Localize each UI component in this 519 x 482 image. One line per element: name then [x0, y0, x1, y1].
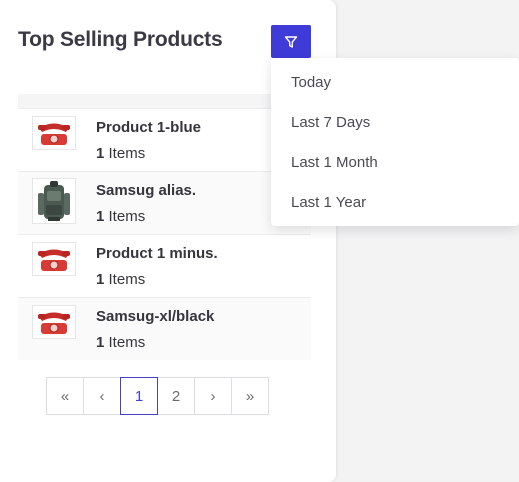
product-quantity: 1 Items	[96, 145, 146, 162]
table-row[interactable]: Product 1 minus. 1 Items	[18, 234, 311, 297]
filter-option-last-1-year[interactable]: Last 1 Year	[291, 194, 366, 211]
backpack-icon	[38, 181, 70, 221]
table-row[interactable]: Samsug-xl/black 1 Items	[18, 297, 311, 360]
product-name: Product 1 minus.	[96, 245, 218, 262]
filter-dropdown-menu: Today Last 7 Days Last 1 Month Last 1 Ye…	[271, 58, 519, 226]
page-2-button[interactable]: 2	[157, 377, 195, 415]
red-telephone-icon	[38, 123, 70, 145]
first-page-button[interactable]: «	[46, 377, 84, 415]
filter-option-last-1-month[interactable]: Last 1 Month	[291, 154, 378, 171]
filter-option-last-7-days[interactable]: Last 7 Days	[291, 114, 370, 131]
product-name: Samsug-xl/black	[96, 308, 215, 325]
next-page-button[interactable]: ›	[194, 377, 232, 415]
prev-page-button[interactable]: ‹	[83, 377, 121, 415]
product-quantity: 1 Items	[96, 334, 146, 351]
filter-option-today[interactable]: Today	[291, 74, 331, 91]
table-row[interactable]: Product 1-blue 1 Items	[18, 108, 311, 171]
product-thumbnail	[32, 305, 76, 339]
last-page-button[interactable]: »	[231, 377, 269, 415]
table-row[interactable]: Samsug alias. 1 Items	[18, 171, 311, 234]
red-telephone-icon	[38, 249, 70, 271]
product-quantity: 1 Items	[96, 271, 146, 288]
product-name: Samsug alias.	[96, 182, 197, 199]
product-name: Product 1-blue	[96, 119, 202, 136]
table-header	[18, 94, 311, 108]
filter-icon	[284, 35, 298, 48]
pagination: « ‹ 1 2 › »	[46, 377, 269, 415]
red-telephone-icon	[38, 312, 70, 334]
product-quantity: 1 Items	[96, 208, 146, 225]
product-thumbnail	[32, 178, 76, 224]
product-thumbnail	[32, 242, 76, 276]
page-1-button[interactable]: 1	[120, 377, 158, 415]
product-thumbnail	[32, 116, 76, 150]
filter-button[interactable]	[271, 25, 311, 58]
products-list: Product 1-blue 1 Items Samsug alias. 1 I…	[18, 108, 311, 360]
card-title: Top Selling Products	[18, 28, 223, 51]
